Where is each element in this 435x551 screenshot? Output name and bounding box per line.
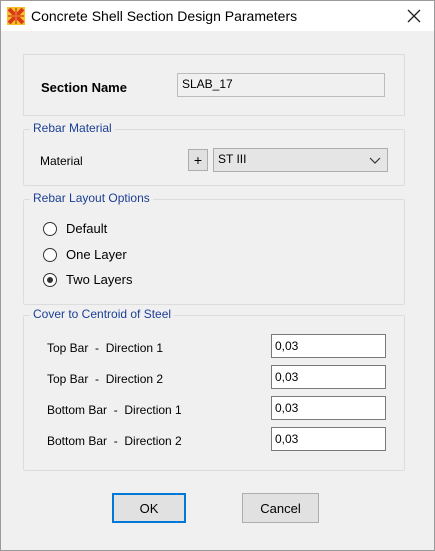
section-name-panel: Section Name SLAB_17 bbox=[23, 54, 405, 116]
rebar-material-group: Rebar Material Material + ST III bbox=[23, 121, 405, 186]
radio-label: Default bbox=[66, 221, 108, 236]
ok-button[interactable]: OK bbox=[112, 493, 186, 523]
radio-two-layers[interactable]: Two Layers bbox=[43, 272, 132, 287]
radio-label: Two Layers bbox=[66, 272, 133, 287]
cover-label-bottom-dir2: Bottom Bar - Direction 2 bbox=[47, 434, 182, 448]
chevron-down-icon bbox=[369, 157, 381, 164]
material-select[interactable]: ST III bbox=[213, 148, 388, 172]
section-name-field: SLAB_17 bbox=[177, 73, 385, 97]
close-icon bbox=[407, 9, 421, 23]
material-label: Material bbox=[40, 154, 83, 168]
cover-field-top-dir1[interactable] bbox=[271, 334, 386, 358]
window-title: Concrete Shell Section Design Parameters bbox=[31, 8, 298, 24]
app-icon bbox=[7, 7, 25, 25]
cover-legend: Cover to Centroid of Steel bbox=[30, 307, 175, 321]
radio-default[interactable]: Default bbox=[43, 221, 107, 236]
cover-field-bottom-dir1[interactable] bbox=[271, 396, 386, 420]
rebar-layout-legend: Rebar Layout Options bbox=[30, 191, 153, 205]
cover-label-bottom-dir1: Bottom Bar - Direction 1 bbox=[47, 403, 182, 417]
radio-button[interactable] bbox=[43, 272, 57, 287]
cover-label-top-dir2: Top Bar - Direction 2 bbox=[47, 372, 164, 386]
cover-field-top-dir2[interactable] bbox=[271, 365, 386, 389]
radio-label: One Layer bbox=[66, 247, 127, 262]
material-select-value: ST III bbox=[218, 152, 247, 166]
cancel-button[interactable]: Cancel bbox=[242, 493, 319, 523]
radio-button[interactable] bbox=[43, 247, 57, 262]
radio-one-layer[interactable]: One Layer bbox=[43, 247, 127, 262]
rebar-material-legend: Rebar Material bbox=[30, 121, 115, 135]
add-material-button[interactable]: + bbox=[188, 149, 208, 171]
radio-button[interactable] bbox=[43, 221, 57, 236]
close-button[interactable] bbox=[394, 1, 434, 31]
cover-label-top-dir1: Top Bar - Direction 1 bbox=[47, 341, 164, 355]
dialog-window: Concrete Shell Section Design Parameters… bbox=[0, 0, 435, 551]
section-name-label: Section Name bbox=[41, 80, 127, 95]
cover-field-bottom-dir2[interactable] bbox=[271, 427, 386, 451]
title-bar: Concrete Shell Section Design Parameters bbox=[1, 1, 434, 31]
